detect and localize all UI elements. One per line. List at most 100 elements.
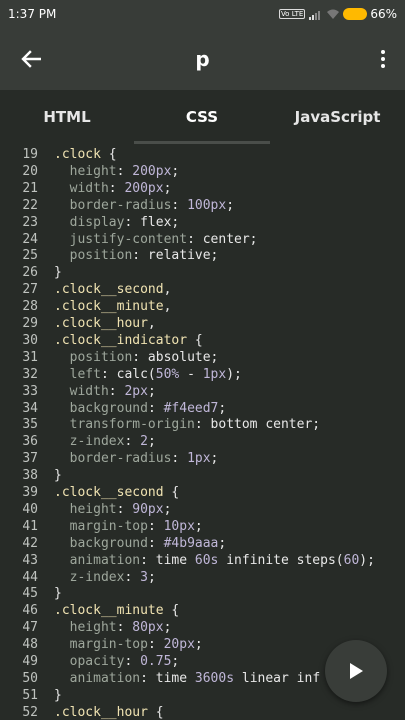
code-line: 47 height: 80px;: [0, 619, 405, 636]
more-options-button[interactable]: [375, 47, 391, 71]
code-token: #4b9aaa: [163, 535, 219, 551]
code-token: : calc(: [100, 366, 156, 382]
line-number: 30: [22, 332, 38, 348]
code-token: 60s: [194, 552, 219, 568]
code-text: display: flex;: [54, 214, 180, 231]
code-text: }: [54, 264, 62, 281]
code-token: z-index: [69, 569, 125, 585]
code-token: position: [69, 248, 133, 264]
code-text: .clock__second {: [54, 484, 179, 501]
wifi-icon: [327, 9, 340, 19]
code-text: position: relative;: [54, 247, 219, 264]
code-token: : time: [140, 552, 195, 568]
line-number: 49: [22, 654, 38, 669]
code-token: :: [124, 654, 141, 669]
code-token: 90px: [132, 501, 164, 517]
code-token: ;: [171, 654, 180, 669]
code-text: height: 80px;: [54, 619, 172, 636]
code-token: }: [54, 586, 62, 602]
code-text: animation: time 60s infinite steps(60);: [54, 552, 375, 569]
tab-javascript[interactable]: JavaScript: [270, 90, 405, 144]
code-line: 42 background: #4b9aaa;: [0, 535, 405, 552]
code-token: border-radius: [69, 197, 172, 213]
code-token: {: [163, 485, 180, 500]
status-bar: 1:37 PM Vo LTE 66%: [0, 0, 405, 28]
code-token: 1px: [202, 366, 227, 382]
line-number: 46: [22, 603, 38, 619]
code-token: ;: [163, 501, 172, 517]
play-icon: [350, 663, 363, 679]
code-token: : absolute;: [132, 349, 219, 365]
code-token: : time: [140, 670, 195, 686]
code-line: 40 height: 90px;: [0, 501, 405, 518]
code-line: 21 width: 200px;: [0, 180, 405, 197]
code-editor[interactable]: 19 .clock {20 height: 200px; 21 width: 200…: [0, 144, 405, 720]
line-number: 38: [22, 468, 38, 484]
code-token: ;: [163, 620, 172, 636]
battery-percent: 66%: [370, 7, 397, 21]
signal-icon: [309, 10, 321, 20]
code-token: );: [226, 366, 242, 382]
back-button[interactable]: [14, 45, 48, 73]
code-token: ;: [163, 180, 172, 196]
line-number: 24: [22, 231, 38, 247]
code-line: 35 transform-origin: bottom center;: [0, 416, 405, 433]
code-token: 2px: [124, 383, 148, 399]
tab-html[interactable]: HTML: [0, 90, 134, 144]
line-number: 35: [22, 417, 38, 433]
code-token: :: [147, 637, 164, 653]
line-number: 41: [22, 518, 38, 534]
code-text: .clock__minute {: [54, 602, 179, 619]
tab-css[interactable]: CSS: [134, 90, 270, 144]
line-number: 51: [22, 687, 38, 703]
status-time: 1:37 PM: [8, 7, 57, 21]
code-text: margin-top: 20px;: [54, 636, 203, 653]
code-token: :: [147, 400, 164, 416]
code-line: 36 z-index: 2;: [0, 433, 405, 450]
run-button[interactable]: [325, 640, 387, 702]
code-text: transform-origin: bottom center;: [54, 416, 320, 433]
code-token: .clock__second: [54, 485, 164, 500]
code-line: 29 .clock__hour,: [0, 315, 405, 332]
code-token: );: [359, 552, 375, 568]
dot-icon: [381, 50, 385, 54]
code-text: position: absolute;: [54, 349, 219, 366]
page-title: p: [195, 47, 210, 71]
line-number: 39: [22, 485, 38, 500]
line-number: 36: [22, 434, 38, 450]
code-text: }: [54, 687, 62, 704]
code-token: }: [54, 687, 62, 703]
code-token: animation: [69, 670, 141, 686]
code-line: 52 .clock__hour {: [0, 704, 405, 720]
code-line: 32 left: calc(50% - 1px);: [0, 366, 405, 383]
code-line: 46 .clock__minute {: [0, 602, 405, 619]
code-token: ;: [147, 434, 156, 450]
code-line: 37 border-radius: 1px;: [0, 450, 405, 467]
dot-icon: [381, 64, 385, 68]
code-token: :: [171, 451, 188, 467]
dot-icon: [381, 57, 385, 61]
code-token: :: [108, 180, 125, 196]
line-number: 28: [22, 299, 38, 315]
volte-icon: Vo LTE: [278, 9, 306, 19]
code-token: : flex;: [124, 214, 180, 230]
code-token: margin-top: [69, 637, 148, 653]
code-line: 31 position: absolute;: [0, 349, 405, 366]
code-token: background: [69, 535, 148, 551]
status-icons: Vo LTE 66%: [278, 7, 397, 21]
code-text: margin-top: 10px;: [54, 518, 203, 535]
code-token: ;: [218, 400, 227, 416]
code-line: 44 z-index: 3;: [0, 569, 405, 586]
code-line: 25 position: relative;: [0, 247, 405, 264]
code-token: ;: [210, 451, 219, 467]
code-token: :: [116, 163, 133, 179]
code-token: :: [124, 434, 141, 450]
code-text: height: 90px;: [54, 501, 172, 518]
code-line: 39 .clock__second {: [0, 484, 405, 501]
